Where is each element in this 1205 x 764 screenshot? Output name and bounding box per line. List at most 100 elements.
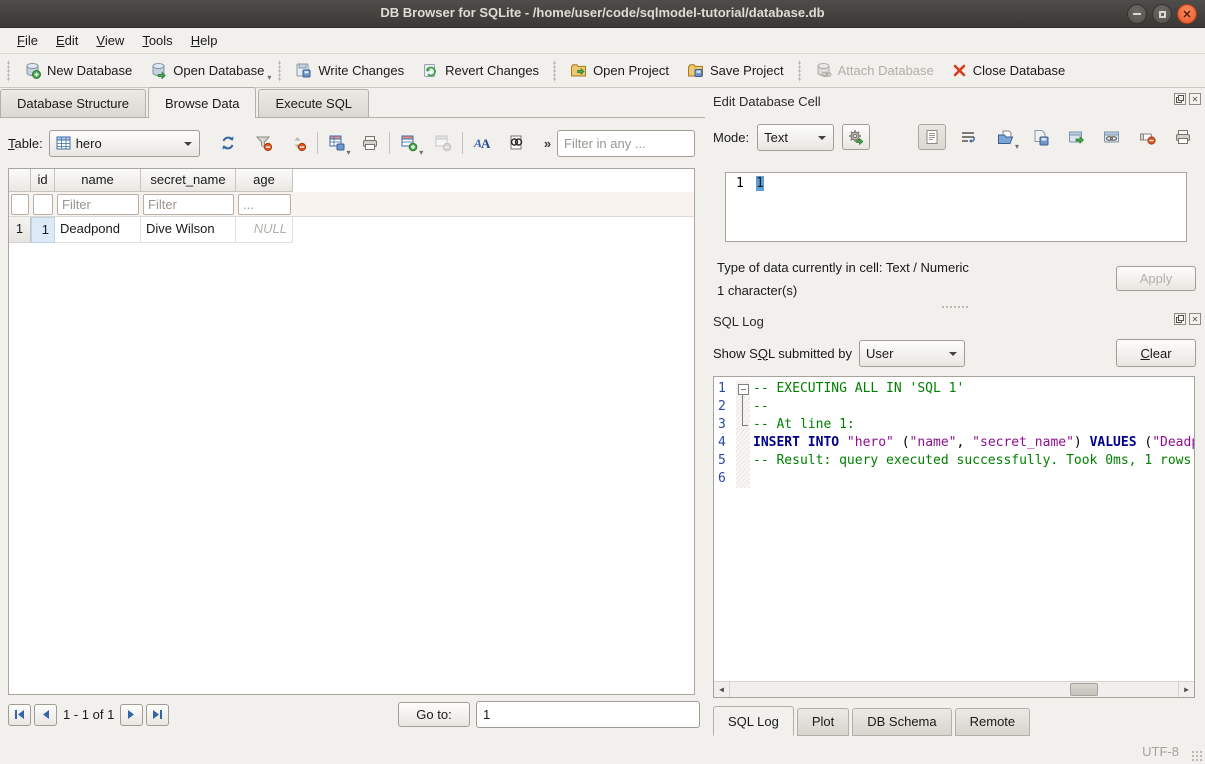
close-dock-icon[interactable]: ✕ bbox=[1189, 313, 1201, 325]
resize-grip-icon[interactable] bbox=[1191, 750, 1203, 762]
open-in-external-button[interactable] bbox=[1063, 124, 1091, 150]
table-label: Table: bbox=[8, 136, 43, 151]
new-database-button[interactable]: New Database bbox=[15, 58, 141, 83]
filter-input-age[interactable]: ... bbox=[238, 194, 291, 215]
filter-any-input[interactable] bbox=[557, 130, 695, 157]
sql-log-editor[interactable]: 1-- EXECUTING ALL IN 'SQL 1'2--3-- At li… bbox=[713, 376, 1195, 698]
dock-tab-remote[interactable]: Remote bbox=[955, 708, 1031, 736]
cell-type-info: Type of data currently in cell: Text / N… bbox=[717, 260, 969, 275]
float-dock-icon[interactable] bbox=[1174, 93, 1186, 105]
cell-name[interactable]: Deadpond bbox=[55, 217, 141, 243]
column-header-secret_name[interactable]: secret_name bbox=[141, 169, 236, 192]
clear-filters-button[interactable] bbox=[250, 130, 278, 156]
mode-select[interactable]: Text bbox=[757, 124, 834, 151]
refresh-button[interactable] bbox=[214, 130, 242, 156]
save-icon bbox=[295, 62, 312, 79]
next-record-button[interactable] bbox=[120, 704, 143, 726]
cell-editor[interactable]: 1 1 bbox=[725, 172, 1187, 242]
sql-log-line: 6 bbox=[714, 470, 1194, 488]
export-cell-data-button[interactable] bbox=[1027, 124, 1055, 150]
goto-button[interactable]: Go to: bbox=[398, 702, 470, 727]
cell-id[interactable]: 1 bbox=[31, 217, 55, 243]
open-project-button[interactable]: Open Project bbox=[561, 58, 678, 83]
grid-corner[interactable] bbox=[9, 169, 31, 192]
dock-tab-plot[interactable]: Plot bbox=[797, 708, 849, 736]
import-cell-data-button[interactable]: ▾ bbox=[991, 124, 1019, 150]
previous-record-button[interactable] bbox=[34, 704, 57, 726]
write-changes-button[interactable]: Write Changes bbox=[286, 58, 413, 83]
toolbar-overflow-icon[interactable]: » bbox=[544, 136, 551, 151]
clear-log-button[interactable]: Clear bbox=[1116, 339, 1196, 367]
filter-input-id[interactable] bbox=[33, 194, 53, 215]
sql-code: -- At line 1: bbox=[750, 416, 855, 434]
browse-data-toolbar: Table: hero ▾ ▾ AA » bbox=[8, 128, 695, 158]
print-button[interactable] bbox=[357, 130, 385, 156]
scrollbar-thumb[interactable] bbox=[1070, 683, 1098, 696]
find-in-cells-button[interactable] bbox=[502, 130, 530, 156]
menu-help[interactable]: Help bbox=[182, 30, 227, 51]
goto-input[interactable] bbox=[476, 701, 700, 728]
first-record-button[interactable] bbox=[8, 704, 31, 726]
clear-filter-icon bbox=[255, 134, 273, 152]
tab-database-structure[interactable]: Database Structure bbox=[0, 89, 146, 118]
set-null-button[interactable] bbox=[1134, 124, 1162, 150]
fold-margin bbox=[736, 452, 750, 470]
dock-splitter[interactable] bbox=[940, 304, 970, 310]
toolbar-handle-3[interactable] bbox=[796, 60, 803, 82]
close-dock-icon[interactable]: ✕ bbox=[1189, 93, 1201, 105]
print-icon bbox=[361, 134, 379, 152]
menu-file[interactable]: File bbox=[8, 30, 47, 51]
dock-tab-sql-log[interactable]: SQL Log bbox=[713, 706, 794, 736]
column-header-name[interactable]: name bbox=[55, 169, 141, 192]
insert-record-button[interactable]: ▾ bbox=[395, 130, 423, 156]
sql-log-line: 4INSERT INTO "hero" ("name", "secret_nam… bbox=[714, 434, 1194, 452]
export-table-button[interactable]: ▾ bbox=[323, 130, 351, 156]
row-filter-box[interactable] bbox=[11, 194, 29, 215]
word-wrap-button[interactable] bbox=[954, 124, 982, 150]
tab-browse-data[interactable]: Browse Data bbox=[148, 87, 256, 118]
text-mode-button[interactable] bbox=[918, 124, 946, 150]
toolbar-handle-2[interactable] bbox=[551, 60, 558, 82]
column-header-age[interactable]: age bbox=[236, 169, 293, 192]
float-dock-icon[interactable] bbox=[1174, 313, 1186, 325]
filter-input-name[interactable]: Filter bbox=[57, 194, 139, 215]
minimize-icon[interactable] bbox=[1127, 4, 1147, 24]
row-header[interactable]: 1 bbox=[9, 217, 31, 243]
dock-tab-db-schema[interactable]: DB Schema bbox=[852, 708, 951, 736]
scroll-left-icon[interactable]: ◀ bbox=[714, 682, 730, 697]
apply-button[interactable]: Apply bbox=[1116, 266, 1196, 291]
save-project-button[interactable]: Save Project bbox=[678, 58, 793, 83]
cell-secret_name[interactable]: Dive Wilson bbox=[141, 217, 236, 243]
open-file-icon bbox=[997, 129, 1014, 146]
menu-edit[interactable]: Edit bbox=[47, 30, 87, 51]
format-toolbar-button[interactable]: AA bbox=[468, 130, 496, 156]
cell-age[interactable]: NULL bbox=[236, 217, 293, 243]
column-header-id[interactable]: id bbox=[31, 169, 55, 192]
menu-view[interactable]: View bbox=[87, 30, 133, 51]
close-database-button[interactable]: Close Database bbox=[943, 59, 1075, 82]
revert-changes-button[interactable]: Revert Changes bbox=[413, 58, 548, 83]
copy-link-button[interactable] bbox=[1098, 124, 1126, 150]
maximize-icon[interactable] bbox=[1152, 4, 1172, 24]
filter-input-secret_name[interactable]: Filter bbox=[143, 194, 234, 215]
tab-execute-sql[interactable]: Execute SQL bbox=[258, 89, 369, 118]
right-pane: Edit Database Cell ✕ Mode: Text ▾ 1 bbox=[705, 88, 1205, 740]
horizontal-scrollbar[interactable]: ◀ ▶ bbox=[714, 681, 1194, 697]
auto-switch-mode-button[interactable] bbox=[842, 124, 870, 150]
clear-sorting-button[interactable] bbox=[284, 130, 312, 156]
chevron-down-icon: ▾ bbox=[267, 73, 271, 82]
close-icon[interactable]: ✕ bbox=[1177, 4, 1197, 24]
delete-record-icon bbox=[434, 134, 452, 152]
scroll-right-icon[interactable]: ▶ bbox=[1178, 682, 1194, 697]
open-database-button[interactable]: Open Database ▾ bbox=[141, 58, 273, 83]
sql-code: -- EXECUTING ALL IN 'SQL 1' bbox=[750, 380, 964, 398]
scrollbar-track[interactable] bbox=[730, 682, 1178, 697]
toolbar-handle[interactable] bbox=[5, 60, 12, 82]
menu-tools[interactable]: Tools bbox=[133, 30, 181, 51]
table-select[interactable]: hero bbox=[49, 130, 200, 157]
last-record-button[interactable] bbox=[146, 704, 169, 726]
sql-source-select[interactable]: User bbox=[859, 340, 965, 367]
fold-collapse-icon[interactable] bbox=[736, 380, 750, 398]
print-cell-button[interactable] bbox=[1169, 124, 1197, 150]
database-new-icon bbox=[24, 62, 41, 79]
